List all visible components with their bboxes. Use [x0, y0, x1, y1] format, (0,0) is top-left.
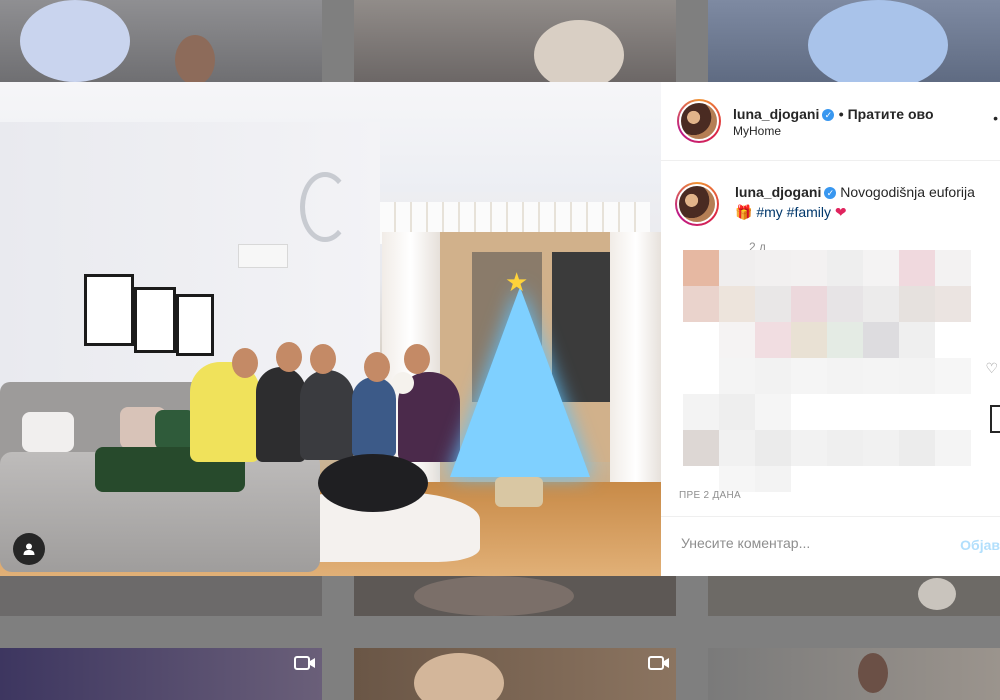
video-icon [648, 656, 669, 670]
hashtag-link[interactable]: #my [756, 204, 782, 220]
post-comment-button[interactable]: Објав [960, 537, 1000, 553]
like-heart-icon[interactable]: ♡ [985, 360, 998, 377]
post-photo[interactable]: ★ [0, 82, 661, 576]
avatar[interactable] [675, 182, 719, 226]
comment-bar: Објав [661, 516, 1000, 577]
coffee-table [318, 454, 428, 512]
post-date: ПРЕ 2 ДАНА [679, 490, 741, 501]
dog [392, 372, 414, 394]
grid-post-thumbnail[interactable] [708, 0, 1000, 82]
heart-emoji-icon: ❤ [834, 204, 847, 220]
location-link[interactable]: MyHome [733, 124, 781, 138]
grid-post-thumbnail[interactable] [354, 648, 676, 700]
post-side-panel: luna_djogani ✓ • Пратите ово MyHome • lun… [661, 82, 1000, 576]
star-icon: ★ [505, 267, 529, 297]
pixelated-comments [683, 250, 973, 492]
tree-basket [495, 477, 543, 507]
wall-picture [176, 294, 214, 356]
video-icon [294, 656, 315, 670]
grid-post-thumbnail[interactable] [0, 576, 322, 616]
gift-emoji-icon: 🎁 [735, 204, 753, 220]
wall-picture [84, 274, 134, 346]
air-conditioner [238, 244, 288, 268]
person [256, 367, 306, 462]
user-tag-icon[interactable] [13, 533, 45, 565]
comment-input[interactable] [679, 534, 923, 552]
post-header: luna_djogani ✓ • Пратите ово MyHome • [661, 82, 1000, 161]
post-modal: ★ luna_djogani ✓ • Пратите ово MyHome • l… [0, 82, 1000, 576]
verified-badge-icon: ✓ [822, 108, 835, 121]
christmas-tree [450, 287, 590, 477]
grid-post-thumbnail[interactable] [354, 576, 676, 616]
person [352, 377, 396, 457]
curtain [610, 232, 661, 482]
bookmark-icon[interactable] [990, 405, 1000, 433]
caption-username[interactable]: luna_djogani [735, 184, 821, 200]
wall-picture [134, 287, 176, 353]
grid-post-thumbnail[interactable] [0, 648, 322, 700]
chandelier [300, 172, 350, 242]
grid-post-thumbnail[interactable] [0, 0, 322, 82]
more-options-button[interactable]: • [993, 110, 998, 126]
grid-post-thumbnail[interactable] [708, 648, 1000, 700]
hashtag-link[interactable]: #family [787, 204, 831, 220]
avatar[interactable] [677, 99, 721, 143]
caption-text: Novogodišnja euforija [840, 184, 975, 200]
person [300, 370, 354, 460]
grid-post-thumbnail[interactable] [708, 576, 1000, 616]
follow-button[interactable]: • Пратите ово [839, 106, 934, 122]
verified-badge-icon: ✓ [824, 187, 837, 200]
username-link[interactable]: luna_djogani [733, 106, 819, 122]
grid-post-thumbnail[interactable] [354, 0, 676, 82]
